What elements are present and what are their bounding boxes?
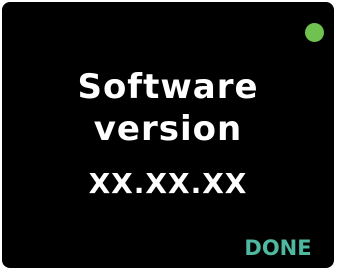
software-version-value: XX.XX.XX bbox=[88, 167, 248, 200]
status-dot-icon bbox=[305, 23, 324, 42]
device-screen: Software version XX.XX.XX DONE bbox=[2, 2, 334, 268]
page-title-line1: Software bbox=[77, 67, 259, 107]
done-button[interactable]: DONE bbox=[228, 232, 328, 264]
page-title-line2: version bbox=[93, 109, 243, 149]
